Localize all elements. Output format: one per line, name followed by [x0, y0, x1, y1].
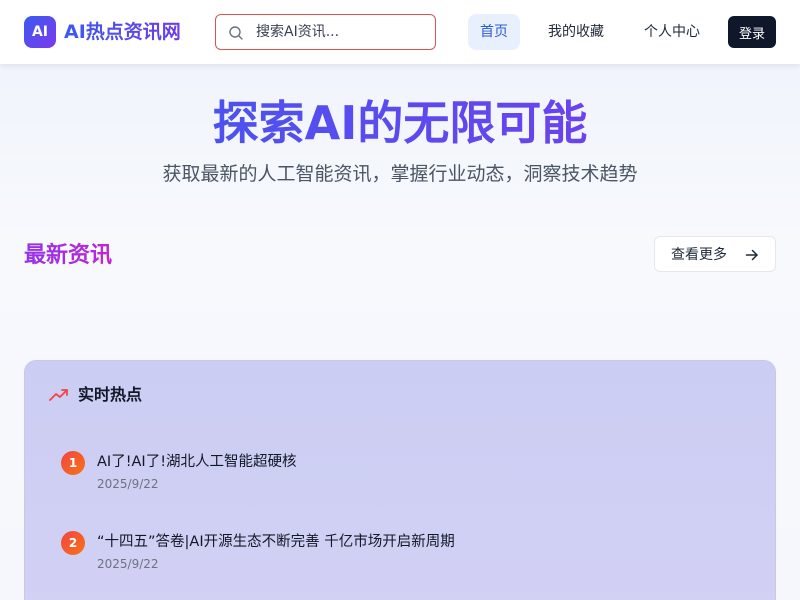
hot-item-date: 2025/9/22	[97, 477, 159, 491]
latest-news-title: 最新资讯	[24, 240, 112, 272]
hero-title: 探索AI的无限可能	[0, 92, 800, 154]
site-logo-text[interactable]: AI热点资讯网	[64, 18, 181, 46]
search-icon	[229, 26, 243, 40]
logo-badge[interactable]: AI	[24, 16, 56, 48]
login-button[interactable]: 登录	[728, 16, 776, 48]
nav-profile[interactable]: 个人中心	[632, 14, 712, 50]
hot-item[interactable]: 2 “十四五”答卷|AI开源生态不断完善 千亿市场开启新周期 2025/9/22	[61, 525, 741, 585]
top-header: AI AI热点资讯网 首页 我的收藏 个人中心 登录	[0, 0, 800, 64]
view-more-button[interactable]: 查看更多	[654, 236, 776, 272]
hot-topics-title: 实时热点	[78, 385, 143, 404]
hot-item-headline[interactable]: “十四五”答卷|AI开源生态不断完善 千亿市场开启新周期	[97, 530, 455, 554]
arrow-right-icon	[745, 249, 758, 261]
hot-item-headline[interactable]: AI了!AI了!湖北人工智能超硬核	[97, 450, 297, 474]
hot-item-date: 2025/9/22	[97, 557, 159, 571]
nav-favorites[interactable]: 我的收藏	[536, 14, 616, 50]
search-box[interactable]	[215, 14, 436, 50]
view-more-label: 查看更多	[671, 247, 727, 263]
rank-badge: 1	[61, 451, 85, 475]
hot-item[interactable]: 1 AI了!AI了!湖北人工智能超硬核 2025/9/22	[61, 445, 741, 505]
trending-up-icon	[49, 389, 68, 401]
search-input[interactable]	[256, 16, 426, 48]
hot-topics-panel: 实时热点 1 AI了!AI了!湖北人工智能超硬核 2025/9/22 2 “十四…	[24, 360, 776, 600]
nav-home[interactable]: 首页	[468, 14, 520, 50]
hero-subtitle: 获取最新的人工智能资讯，掌握行业动态，洞察技术趋势	[162, 163, 638, 185]
rank-badge: 2	[61, 531, 85, 555]
